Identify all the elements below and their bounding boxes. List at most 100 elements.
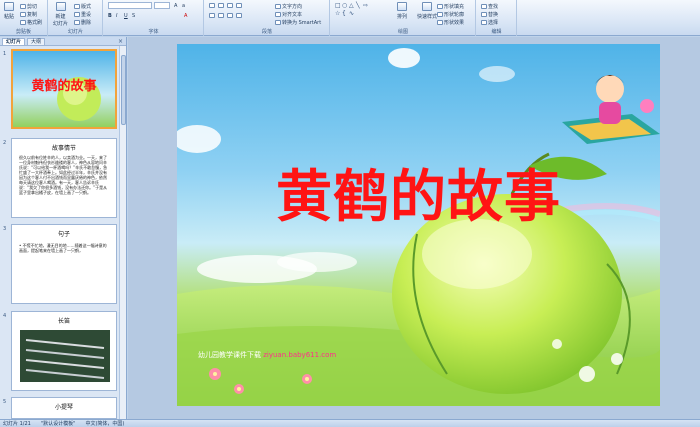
slides-group: 新建 幻灯片 版式 重设 删除 幻灯片 — [49, 0, 103, 36]
thumbnail-slide-2[interactable]: 故事情节 很久以前有位姓辛的人，以卖酒为业。一天，来了一位身材魁伟但衣衫褴褛的客… — [11, 138, 117, 218]
thumbnail-number: 3 — [3, 226, 7, 232]
format-painter-button[interactable]: 格式刷 — [20, 19, 42, 26]
delete-icon — [74, 20, 80, 25]
oval-shape-icon[interactable]: ○ — [342, 2, 347, 9]
thumbnail-slide-5[interactable]: 小提琴 — [11, 397, 117, 419]
select-button[interactable]: 选择 — [481, 19, 498, 26]
status-bar: 幻灯片 1/21 "默认设计模板" 中文(简体，中国) — [0, 419, 700, 427]
line-shape-icon[interactable]: ╲ — [356, 2, 360, 9]
increase-indent-button[interactable] — [236, 3, 242, 8]
footer-url[interactable]: ziyuan.baby611.com — [263, 351, 336, 359]
curve-shape-icon[interactable]: ∿ — [349, 10, 354, 17]
reset-button[interactable]: 重设 — [74, 11, 91, 18]
italic-button[interactable]: I — [116, 13, 117, 19]
drawing-group: □ ○ △ ╲ ⇨ ☆ { ∿ 排列 快速样式 形状填充 形状轮廓 形状效果 绘… — [331, 0, 476, 36]
shadow-icon: S — [132, 13, 136, 19]
replace-icon — [481, 12, 487, 17]
slide-title[interactable]: 黄鹤的故事 — [177, 152, 660, 233]
thumbnail-title: 黄鹤的故事 — [31, 79, 97, 94]
slide-counter: 幻灯片 1/21 — [3, 421, 31, 427]
convert-smartart-button[interactable]: 转换为 SmartArt — [275, 19, 321, 26]
grow-font-button[interactable]: A — [174, 3, 177, 9]
rectangle-shape-icon[interactable]: □ — [335, 2, 341, 9]
theme-name: "默认设计模板" — [40, 421, 76, 427]
star-shape-icon[interactable]: ☆ — [335, 10, 340, 17]
align-center-button[interactable] — [218, 13, 224, 18]
close-icon[interactable]: × — [118, 38, 123, 45]
delete-button[interactable]: 删除 — [74, 19, 91, 26]
shape-fill-button[interactable]: 形状填充 — [437, 3, 464, 10]
group-label: 字体 — [148, 29, 159, 35]
thumbnail-title: 长笛 — [57, 318, 70, 325]
thumbnail-slide-4[interactable]: 长笛 — [11, 311, 117, 391]
slide-footer: 幼儿园教学课件下载 ziyuan.baby611.com — [198, 350, 336, 360]
quick-styles-button[interactable]: 快速样式 — [417, 2, 437, 20]
clipboard-group: 粘贴 剪切 复制 格式刷 剪贴板 — [0, 0, 48, 36]
bullets-button[interactable] — [209, 3, 215, 8]
shrink-font-button[interactable]: a — [182, 3, 185, 9]
thumbnail-slide-1[interactable]: 黄鹤的故事 — [11, 49, 117, 129]
justify-button[interactable] — [236, 13, 242, 18]
bold-button[interactable]: B — [108, 13, 112, 19]
group-label: 剪贴板 — [15, 29, 31, 35]
font-name-field[interactable] — [108, 2, 152, 9]
brush-icon — [20, 20, 26, 25]
flute-picture — [20, 330, 110, 382]
align-text-button[interactable]: 对齐文本 — [275, 11, 302, 18]
footer-text: 幼儿园教学课件下载 — [198, 351, 261, 359]
copy-icon — [20, 12, 26, 17]
editing-group: 查找 替换 选择 编辑 — [477, 0, 517, 36]
tab-outline[interactable]: 大纲 — [27, 37, 46, 45]
align-right-button[interactable] — [227, 13, 233, 18]
triangle-shape-icon[interactable]: △ — [349, 2, 354, 9]
font-group: A a B I U S A 字体 — [104, 0, 204, 36]
font-size-field[interactable] — [154, 2, 170, 9]
bold-icon: B — [108, 13, 112, 19]
thumbnail-slide-3[interactable]: 句子 • 不慌不忙地，漫无目的地……随着这一幅诗意的画面，提起笔来在墙上画了一只… — [11, 224, 117, 304]
group-label: 幻灯片 — [67, 29, 83, 35]
shape-effects-button[interactable]: 形状效果 — [437, 19, 464, 26]
shape-outline-button[interactable]: 形状轮廓 — [437, 11, 464, 18]
shadow-button[interactable]: S — [132, 13, 135, 19]
current-slide[interactable]: 黄鹤的故事 幼儿园教学课件下载 ziyuan.baby611.com — [177, 44, 660, 406]
font-color-button[interactable]: A — [184, 13, 187, 19]
scrollbar-thumb[interactable] — [121, 55, 126, 125]
align-right-icon — [227, 13, 233, 18]
panel-scrollbar[interactable] — [119, 46, 126, 419]
grow-font-icon: A — [174, 3, 178, 9]
new-slide-icon — [55, 2, 66, 11]
justify-icon — [236, 13, 242, 18]
reset-icon — [74, 12, 80, 17]
numbering-button[interactable] — [218, 3, 224, 8]
paragraph-group: 文字方向 对齐文本 转换为 SmartArt 段落 — [205, 0, 330, 36]
cut-button[interactable]: 剪切 — [20, 3, 37, 10]
paste-button[interactable]: 粘贴 — [4, 2, 14, 20]
thumbnail-number: 1 — [3, 51, 7, 57]
copy-button[interactable]: 复制 — [20, 11, 37, 18]
text-direction-button[interactable]: 文字方向 — [275, 3, 302, 10]
find-button[interactable]: 查找 — [481, 3, 498, 10]
smartart-icon — [275, 20, 281, 25]
language-indicator[interactable]: 中文(简体，中国) — [85, 420, 124, 427]
arrange-button[interactable]: 排列 — [397, 2, 407, 20]
align-left-icon — [209, 13, 215, 18]
quick-styles-icon — [422, 2, 432, 11]
tab-slides[interactable]: 幻灯片 — [2, 37, 26, 45]
arrange-icon — [397, 2, 407, 11]
underline-icon: U — [124, 13, 128, 19]
new-slide-button[interactable]: 新建 幻灯片 — [53, 2, 68, 27]
replace-button[interactable]: 替换 — [481, 11, 498, 18]
thumbnail-title: 故事情节 — [51, 145, 76, 152]
paste-icon — [4, 2, 14, 11]
number-list-icon — [218, 3, 224, 8]
layout-button[interactable]: 版式 — [74, 3, 91, 10]
decrease-indent-button[interactable] — [227, 3, 233, 8]
brace-shape-icon[interactable]: { — [342, 10, 346, 17]
underline-button[interactable]: U — [124, 13, 128, 19]
decrease-indent-icon — [227, 3, 233, 8]
slide-editing-area: 黄鹤的故事 幼儿园教学课件下载 ziyuan.baby611.com — [128, 37, 700, 419]
italic-icon: I — [116, 13, 118, 19]
arrow-shape-icon[interactable]: ⇨ — [363, 2, 368, 9]
layout-icon — [74, 4, 80, 9]
align-left-button[interactable] — [209, 13, 215, 18]
